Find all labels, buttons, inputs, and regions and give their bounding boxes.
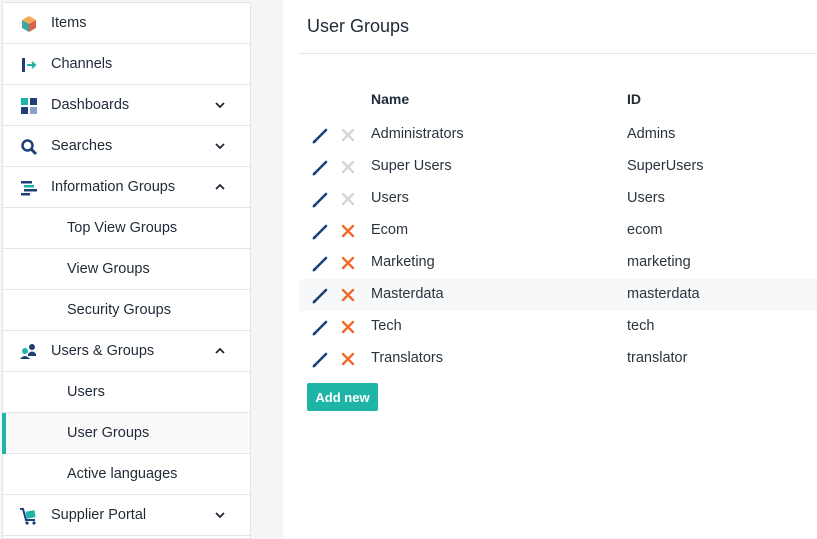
list-icon (19, 178, 39, 198)
sidebar-item-label: Searches (51, 138, 113, 154)
delete-icon (341, 160, 355, 174)
sidebar-item-supplier-portal[interactable]: Supplier Portal (3, 495, 250, 536)
sidebar-item-label: Channels (51, 56, 113, 72)
chevron-down-icon[interactable] (214, 99, 226, 111)
delete-icon (341, 128, 355, 142)
group-id-cell: translator (627, 350, 688, 366)
group-name-cell: Users (371, 190, 409, 206)
table-row[interactable]: Tech tech (299, 311, 817, 343)
edit-pencil-icon[interactable] (311, 351, 329, 369)
sidebar-item-user-groups[interactable]: User Groups (2, 413, 250, 454)
group-id-cell: Users (627, 190, 665, 206)
add-new-button[interactable]: Add new (307, 383, 378, 411)
cube-icon (19, 14, 39, 34)
chevron-down-icon[interactable] (214, 140, 226, 152)
group-name-cell: Super Users (371, 158, 452, 174)
group-name-cell: Tech (371, 318, 402, 334)
table-row[interactable]: Marketing marketing (299, 247, 817, 279)
sidebar-item-label: Users (67, 384, 105, 400)
group-id-cell: ecom (627, 222, 663, 238)
sidebar-item-top-view-groups[interactable]: Top View Groups (3, 208, 250, 249)
table-row[interactable]: Ecom ecom (299, 215, 817, 247)
edit-pencil-icon[interactable] (311, 127, 329, 145)
edit-pencil-icon[interactable] (311, 287, 329, 305)
sidebar: Items Channels Dashboards Searches Infor… (2, 2, 251, 539)
sidebar-item-active-languages[interactable]: Active languages (3, 454, 250, 495)
column-header-id[interactable]: ID (627, 91, 641, 107)
table-row[interactable]: Masterdata masterdata (299, 279, 817, 311)
sidebar-item-channels[interactable]: Channels (3, 44, 250, 85)
group-id-cell: SuperUsers (627, 158, 704, 174)
delete-icon[interactable] (341, 224, 355, 238)
chevron-up-icon[interactable] (214, 345, 226, 357)
sidebar-item-information-groups[interactable]: Information Groups (3, 167, 250, 208)
users-icon (19, 342, 39, 362)
group-id-cell: masterdata (627, 286, 700, 302)
group-name-cell: Marketing (371, 254, 435, 270)
edit-pencil-icon[interactable] (311, 255, 329, 273)
sidebar-item-security-groups[interactable]: Security Groups (3, 290, 250, 331)
sidebar-item-label: Security Groups (67, 302, 171, 318)
sidebar-item-label: View Groups (67, 261, 150, 277)
delete-icon[interactable] (341, 288, 355, 302)
sidebar-item-label: User Groups (67, 425, 150, 441)
chevron-up-icon[interactable] (214, 181, 226, 193)
edit-pencil-icon[interactable] (311, 191, 329, 209)
group-name-cell: Administrators (371, 126, 464, 142)
group-id-cell: tech (627, 318, 655, 334)
edit-pencil-icon[interactable] (311, 319, 329, 337)
sidebar-item-label: Active languages (67, 466, 178, 482)
delete-icon[interactable] (341, 352, 355, 366)
sidebar-item-label: Items (51, 15, 87, 31)
sidebar-item-items[interactable]: Items (3, 3, 250, 44)
sidebar-item-label: Users & Groups (51, 343, 155, 359)
edit-pencil-icon[interactable] (311, 159, 329, 177)
sidebar-item-label: Dashboards (51, 97, 130, 113)
cart-icon (19, 506, 39, 526)
delete-icon[interactable] (341, 320, 355, 334)
search-icon (19, 137, 39, 157)
group-id-cell: marketing (627, 254, 691, 270)
sidebar-item-label: Top View Groups (67, 220, 178, 236)
dashboard-icon (19, 96, 39, 116)
table-row[interactable]: Super Users SuperUsers (299, 151, 817, 183)
table-row[interactable]: Translators translator (299, 343, 817, 375)
group-name-cell: Masterdata (371, 286, 444, 302)
table-row[interactable]: Users Users (299, 183, 817, 215)
chevron-down-icon[interactable] (214, 509, 226, 521)
group-name-cell: Translators (371, 350, 443, 366)
edit-pencil-icon[interactable] (311, 223, 329, 241)
delete-icon[interactable] (341, 256, 355, 270)
main-panel: User Groups Name ID Administrators Admins… (283, 0, 817, 539)
sidebar-item-label: Information Groups (51, 179, 176, 195)
sidebar-item-searches[interactable]: Searches (3, 126, 250, 167)
delete-icon (341, 192, 355, 206)
group-id-cell: Admins (627, 126, 676, 142)
sidebar-item-label: Supplier Portal (51, 507, 147, 523)
column-header-name[interactable]: Name (371, 91, 409, 107)
divider (299, 53, 817, 54)
sidebar-item-dashboards[interactable]: Dashboards (3, 85, 250, 126)
group-name-cell: Ecom (371, 222, 409, 238)
table-row[interactable]: Administrators Admins (299, 119, 817, 151)
sidebar-item-users-groups[interactable]: Users & Groups (3, 331, 250, 372)
channel-arrow-icon (19, 55, 39, 75)
sidebar-item-view-groups[interactable]: View Groups (3, 249, 250, 290)
sidebar-item-users[interactable]: Users (3, 372, 250, 413)
page-title: User Groups (307, 16, 410, 36)
